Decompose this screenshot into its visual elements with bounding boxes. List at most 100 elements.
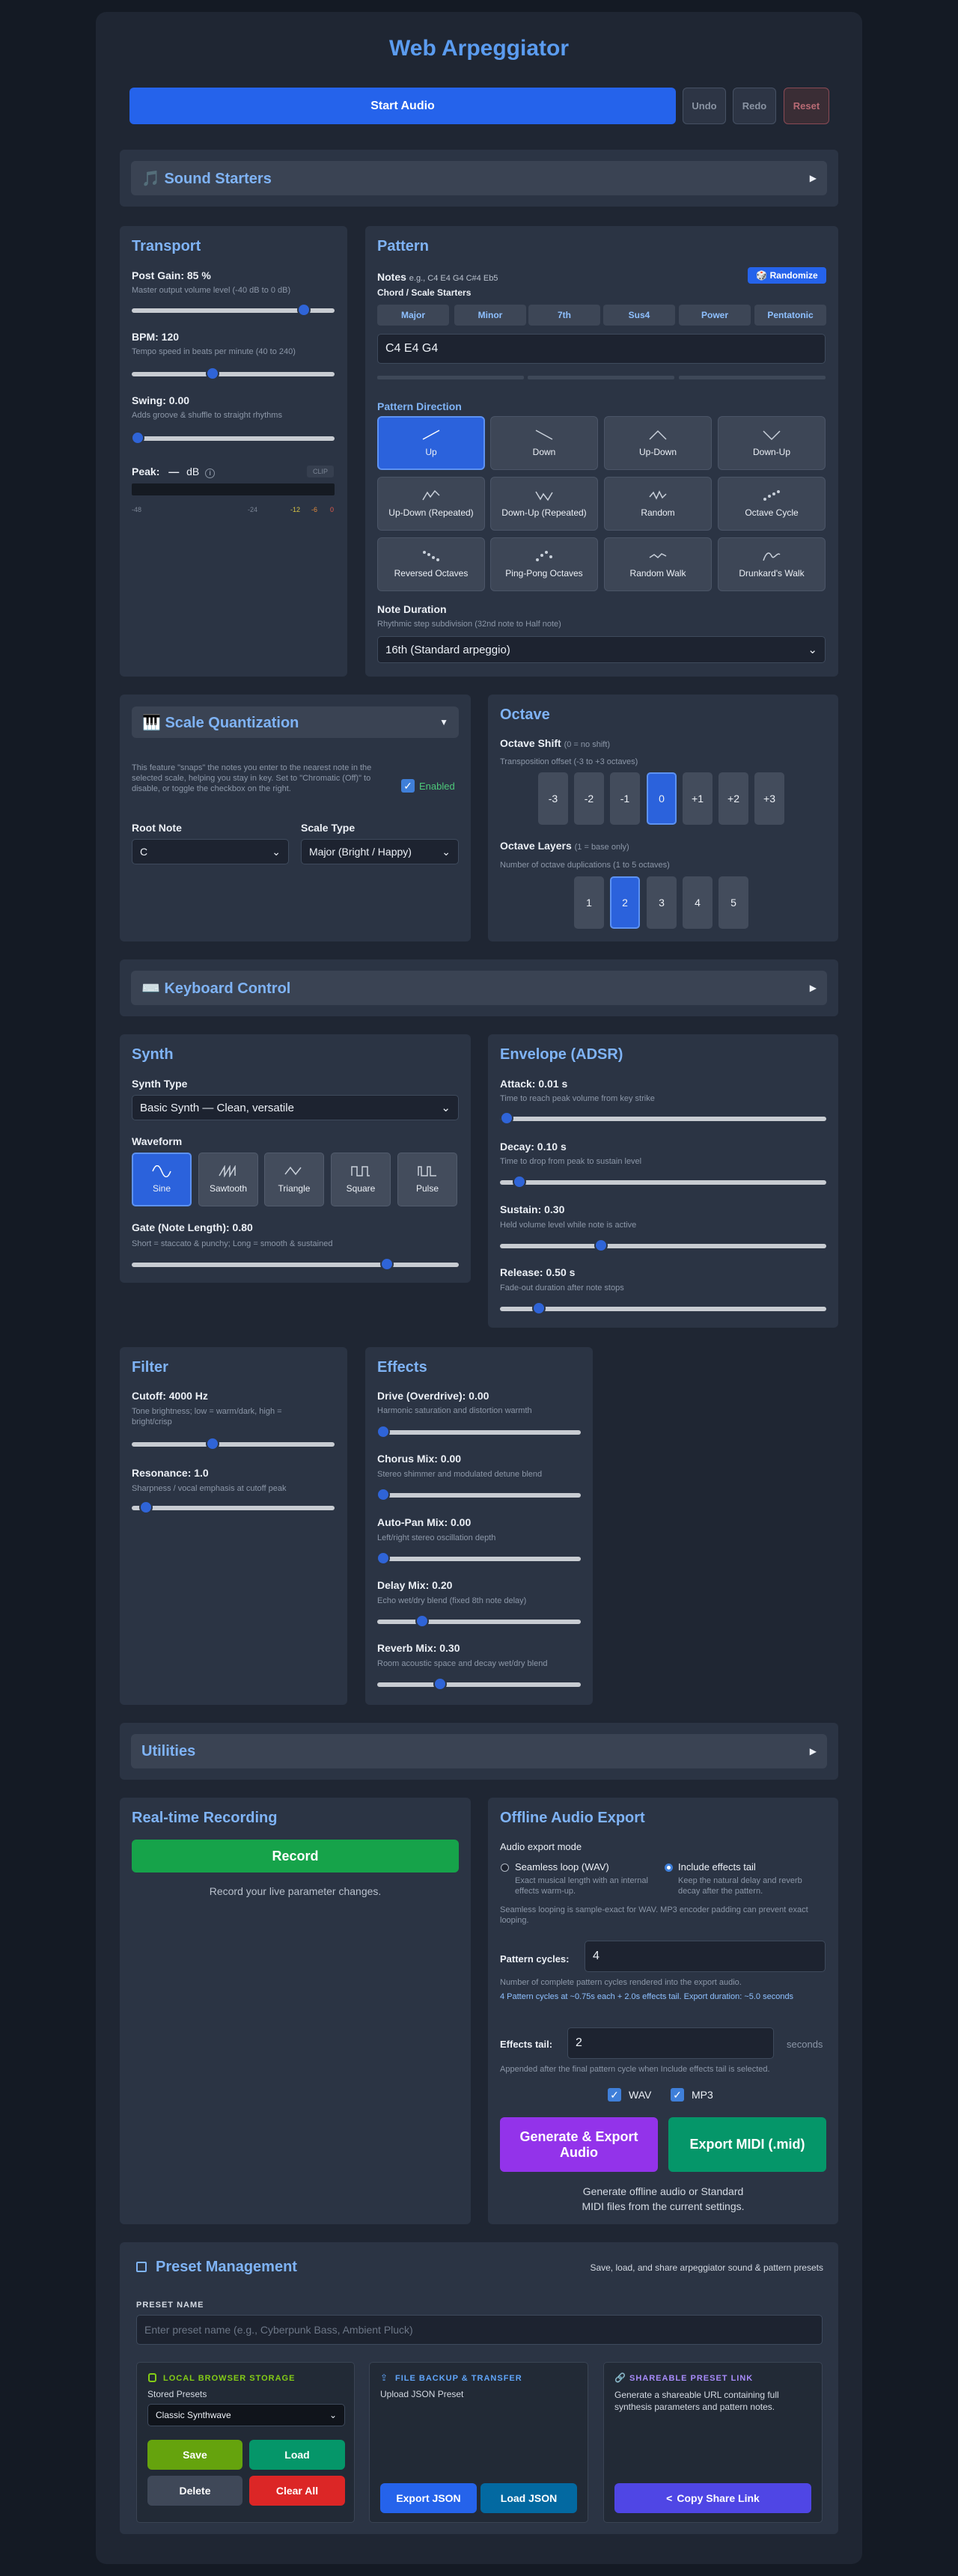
- clear-all-presets-button[interactable]: Clear All: [249, 2476, 345, 2506]
- mp3-checkbox[interactable]: ✓: [671, 2088, 684, 2102]
- resonance-slider[interactable]: [132, 1501, 335, 1514]
- mp3-label: MP3: [692, 2089, 713, 2101]
- generate-export-audio-button[interactable]: Generate & Export Audio: [500, 2117, 658, 2172]
- delete-preset-button[interactable]: Delete: [147, 2476, 242, 2506]
- delay-slider[interactable]: [377, 1614, 581, 1628]
- scale-toggle[interactable]: 🎹 Scale Quantization ▼: [132, 706, 459, 738]
- post-gain-slider[interactable]: [132, 303, 335, 317]
- chord-pentatonic-button[interactable]: Pentatonic: [754, 305, 826, 326]
- record-button[interactable]: Record: [132, 1840, 459, 1873]
- direction-ping-pong-octaves[interactable]: Ping-Pong Octaves: [490, 537, 598, 591]
- load-json-button[interactable]: Load JSON: [480, 2483, 577, 2513]
- stored-presets-select[interactable]: Classic Synthwave ⌄: [147, 2404, 345, 2426]
- direction-up[interactable]: Up: [377, 416, 485, 470]
- save-preset-button[interactable]: Save: [147, 2440, 242, 2470]
- cutoff-slider[interactable]: [132, 1437, 335, 1450]
- octave-shift-minus3[interactable]: -3: [538, 772, 568, 825]
- bpm-desc: Tempo speed in beats per minute (40 to 2…: [132, 347, 296, 356]
- keyboard-toggle[interactable]: ⌨️ Keyboard Control ▶: [131, 971, 827, 1005]
- preset-name-input[interactable]: Enter preset name (e.g., Cyberpunk Bass,…: [136, 2315, 823, 2345]
- gate-slider[interactable]: [132, 1257, 459, 1271]
- effects-tail-radio[interactable]: [665, 1864, 673, 1872]
- waveform-sawtooth[interactable]: Sawtooth: [198, 1153, 258, 1206]
- resonance-thumb[interactable]: [138, 1501, 153, 1514]
- chord-power-button[interactable]: Power: [679, 305, 751, 326]
- pattern-cycles-input[interactable]: 4: [585, 1941, 826, 1972]
- direction-down-up[interactable]: Down-Up: [718, 416, 826, 470]
- release-slider[interactable]: [500, 1301, 826, 1315]
- seamless-loop-radio[interactable]: [501, 1864, 509, 1872]
- export-json-button[interactable]: Export JSON: [380, 2483, 477, 2513]
- start-audio-button[interactable]: Start Audio: [129, 88, 676, 124]
- utilities-toggle[interactable]: Utilities ▶: [131, 1734, 827, 1768]
- synth-type-select[interactable]: Basic Synth — Clean, versatile ⌄: [132, 1095, 459, 1120]
- reset-button[interactable]: Reset: [784, 88, 829, 124]
- note-duration-select[interactable]: 16th (Standard arpeggio) ⌄: [377, 636, 826, 663]
- attack-slider[interactable]: [499, 1111, 826, 1125]
- scale-enabled-checkbox[interactable]: ✓: [401, 779, 415, 793]
- octave-layers-5[interactable]: 5: [718, 876, 748, 929]
- direction-up-down[interactable]: Up-Down: [604, 416, 712, 470]
- randomize-button[interactable]: 🎲 Randomize: [748, 267, 826, 284]
- chorus-label: Chorus Mix: 0.00: [377, 1453, 462, 1465]
- octave-layers-4[interactable]: 4: [683, 876, 713, 929]
- octave-layers-1[interactable]: 1: [574, 876, 604, 929]
- effects-tail-input[interactable]: 2: [567, 2027, 774, 2059]
- direction-octave-cycle[interactable]: Octave Cycle: [718, 477, 826, 531]
- bpm-slider[interactable]: [132, 367, 335, 380]
- sustain-slider[interactable]: [500, 1239, 826, 1252]
- wav-label: WAV: [629, 2089, 652, 2101]
- direction-down-up-repeated[interactable]: Down-Up (Repeated): [490, 477, 598, 531]
- wav-checkbox[interactable]: ✓: [608, 2088, 621, 2102]
- reverb-slider[interactable]: [377, 1677, 581, 1691]
- autopan-slider[interactable]: [376, 1551, 581, 1565]
- attack-thumb[interactable]: [499, 1111, 513, 1125]
- octave-shift-plus2[interactable]: +2: [718, 772, 748, 825]
- load-preset-button[interactable]: Load: [249, 2440, 345, 2470]
- root-note-label: Root Note: [132, 822, 182, 834]
- cutoff-desc: Tone brightness; low = warm/dark, high =…: [132, 1407, 282, 1426]
- chord-minor-button[interactable]: Minor: [454, 305, 526, 326]
- direction-random-walk[interactable]: Random Walk: [604, 537, 712, 591]
- direction-drunkards-walk[interactable]: Drunkard's Walk: [718, 537, 826, 591]
- chorus-slider[interactable]: [376, 1488, 581, 1501]
- delay-thumb[interactable]: [415, 1614, 429, 1628]
- waveform-square[interactable]: Square: [331, 1153, 391, 1206]
- share-link-desc: Generate a shareable URL containing full…: [614, 2390, 779, 2412]
- notes-input[interactable]: C4 E4 G4: [377, 334, 826, 364]
- undo-button[interactable]: Undo: [683, 88, 726, 124]
- autopan-label: Auto-Pan Mix: 0.00: [377, 1516, 472, 1528]
- octave-shift-minus2[interactable]: -2: [574, 772, 604, 825]
- octave-layers-3[interactable]: 3: [647, 876, 677, 929]
- info-icon: i: [205, 468, 216, 478]
- direction-reversed-octaves[interactable]: Reversed Octaves: [377, 537, 485, 591]
- direction-random[interactable]: Random: [604, 477, 712, 531]
- waveform-sine[interactable]: Sine: [132, 1153, 192, 1206]
- octave-shift-minus1[interactable]: -1: [610, 772, 640, 825]
- decay-slider[interactable]: [500, 1175, 826, 1188]
- octave-shift-plus1[interactable]: +1: [683, 772, 713, 825]
- meter-tick-24: -24: [248, 506, 258, 513]
- export-mode-label: Audio export mode: [500, 1841, 582, 1852]
- copy-share-link-button[interactable]: < Copy Share Link: [614, 2483, 811, 2513]
- chord-major-button[interactable]: Major: [377, 305, 449, 326]
- export-midi-button[interactable]: Export MIDI (.mid): [668, 2117, 826, 2172]
- drive-slider[interactable]: [376, 1425, 581, 1438]
- redo-button[interactable]: Redo: [733, 88, 776, 124]
- octave-shift-0[interactable]: 0: [647, 772, 677, 825]
- octave-layers-2[interactable]: 2: [610, 876, 640, 929]
- waveform-triangle[interactable]: Triangle: [264, 1153, 324, 1206]
- root-note-select[interactable]: C ⌄: [132, 839, 289, 864]
- direction-down[interactable]: Down: [490, 416, 598, 470]
- octave-shift-plus3[interactable]: +3: [754, 772, 784, 825]
- sound-starters-toggle[interactable]: 🎵 Sound Starters ▶: [131, 161, 827, 195]
- waveform-pulse[interactable]: Pulse: [397, 1153, 457, 1206]
- scale-type-select[interactable]: Major (Bright / Happy) ⌄: [301, 839, 459, 864]
- swing-thumb[interactable]: [131, 431, 145, 445]
- chord-7th-button[interactable]: 7th: [528, 305, 600, 326]
- chevron-down-icon: ⌄: [329, 2410, 337, 2420]
- chord-sus4-button[interactable]: Sus4: [603, 305, 675, 326]
- direction-up-down-repeated[interactable]: Up-Down (Repeated): [377, 477, 485, 531]
- gate-thumb[interactable]: [379, 1257, 394, 1271]
- swing-slider[interactable]: [131, 431, 335, 445]
